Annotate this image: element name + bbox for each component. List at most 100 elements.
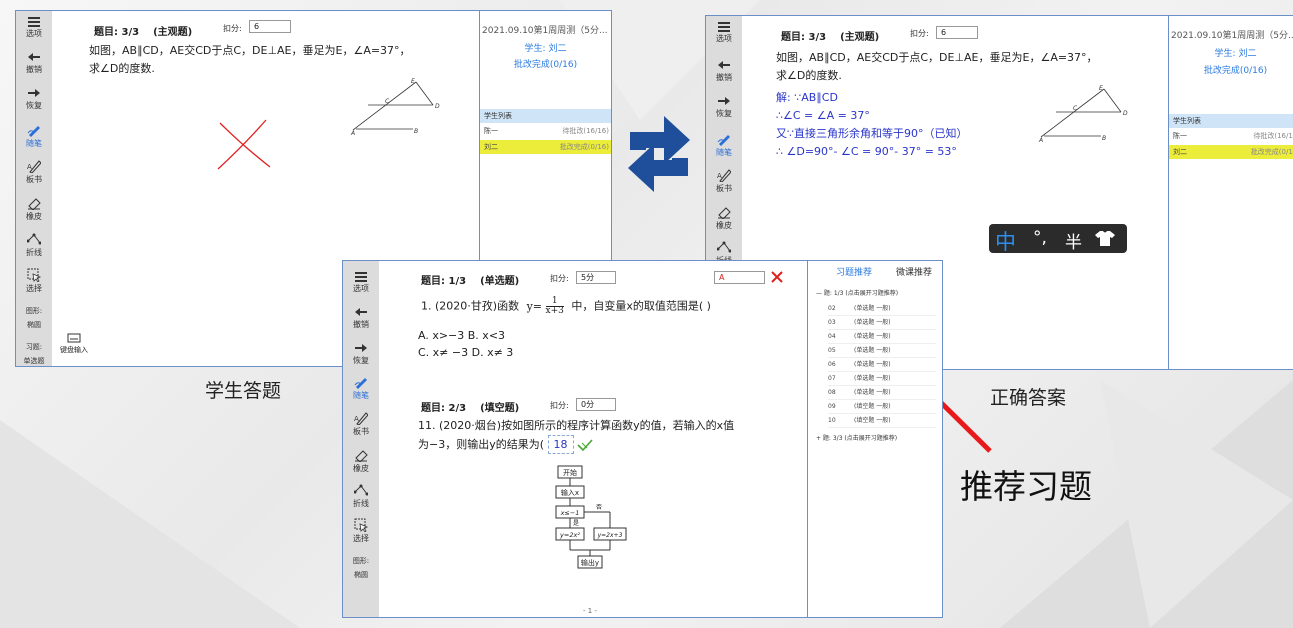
- left-exam-title: 2021.09.10第1周周测（5分...: [482, 26, 608, 36]
- select-tool[interactable]: 选择: [16, 268, 52, 294]
- suggest-group-q1[interactable]: — 题: 1/3 (点击展开习题推荐): [816, 288, 898, 297]
- redo-tool[interactable]: 恢复: [343, 343, 379, 366]
- options-tool[interactable]: 选项: [343, 271, 379, 294]
- left-student-row[interactable]: 陈一 待批改(16/16): [480, 124, 611, 138]
- suggest-no: 05: [828, 347, 836, 354]
- undo-tool[interactable]: 撤销: [706, 60, 742, 83]
- input-method-bar[interactable]: 中 °, 半: [989, 224, 1127, 256]
- right-question-number: 题目: 3/3: [781, 32, 827, 43]
- answer-line-3: 又∵直接三角形余角和等于90°（已知）: [776, 127, 968, 140]
- ime-skin-icon[interactable]: [1095, 230, 1115, 246]
- left-grading-status: 批改完成(0/16): [513, 60, 578, 70]
- q1-number: 题目: 1/3: [421, 276, 467, 287]
- undo-tool[interactable]: 撤销: [343, 307, 379, 330]
- suggest-tabs: 习题推荐 微课推荐: [808, 261, 942, 279]
- polyline-tool[interactable]: 折线: [16, 232, 52, 258]
- ime-punct[interactable]: °,: [1033, 228, 1047, 248]
- student-name: 刘二: [1173, 148, 1187, 156]
- q1-options-2: C. x≠ −3 D. x≠ 3: [418, 346, 514, 359]
- suggest-row[interactable]: 02 (单选题 一般): [828, 302, 936, 316]
- figure-label-a: A: [1038, 137, 1043, 142]
- polyline-icon: [27, 233, 41, 245]
- q1-options-1: A. x>−3 B. x<3: [418, 329, 506, 342]
- right-score-input[interactable]: 6: [936, 26, 978, 39]
- flowchart: 开始 输入x x≤−1 否 是 y=2x² y=2x+3 输出y: [555, 465, 627, 569]
- options-tool[interactable]: 选项: [706, 21, 742, 44]
- q1-score-input[interactable]: 5分: [576, 271, 616, 284]
- keyboard-input-button[interactable]: 键盘输入: [54, 333, 94, 355]
- left-question-head: 题目: 3/3 (主观题): [94, 23, 192, 38]
- suggest-group-q3[interactable]: + 题: 3/3 (点击展开习题推荐): [816, 433, 897, 442]
- suggest-row[interactable]: 09 (填空题 一般): [828, 400, 936, 414]
- suggest-row[interactable]: 06 (单选题 一般): [828, 358, 936, 372]
- svg-text:A: A: [354, 415, 359, 423]
- undo-label: 撤销: [26, 65, 42, 74]
- left-student-row-selected[interactable]: 刘二 批改完成(0/16): [480, 140, 611, 154]
- q1-answer-box[interactable]: A: [714, 271, 765, 284]
- eraser-tool[interactable]: 橡皮: [706, 205, 742, 231]
- shape-value[interactable]: 椭圆: [16, 320, 52, 330]
- q2-number: 题目: 2/3: [421, 403, 467, 414]
- redo-tool[interactable]: 恢复: [16, 88, 52, 111]
- exercise-value[interactable]: 单选题: [16, 356, 52, 366]
- right-student-row-selected[interactable]: 刘二 批改完成(0/16): [1169, 145, 1293, 159]
- tab-exercise-recommend[interactable]: 习题推荐: [836, 265, 872, 278]
- right-student-row[interactable]: 陈一 待批改(16/16): [1169, 129, 1293, 143]
- pen-label: 随笔: [716, 148, 732, 157]
- suggest-row[interactable]: 03 (单选题 一般): [828, 316, 936, 330]
- undo-icon: [355, 308, 367, 316]
- figure-label-b: B: [414, 128, 418, 135]
- keyboard-label: 键盘输入: [60, 346, 88, 354]
- board-tool[interactable]: A 板书: [16, 159, 52, 185]
- eraser-tool[interactable]: 橡皮: [16, 196, 52, 222]
- suggest-type: (单选题 一般): [854, 389, 891, 396]
- pen-icon: [717, 135, 730, 146]
- tab-video-recommend[interactable]: 微课推荐: [896, 265, 932, 278]
- suggest-no: 08: [828, 389, 836, 396]
- board-tool[interactable]: A 板书: [343, 411, 379, 437]
- pen-tool[interactable]: 随笔: [343, 375, 379, 401]
- student-status: 待批改(16/16): [562, 127, 609, 135]
- close-icon[interactable]: [771, 271, 783, 283]
- right-student-list-header: 学生列表: [1169, 114, 1293, 128]
- right-question-line2: 求∠D的度数.: [776, 69, 842, 82]
- suggest-row[interactable]: 07 (单选题 一般): [828, 372, 936, 386]
- suggest-row[interactable]: 05 (单选题 一般): [828, 344, 936, 358]
- eraser-tool[interactable]: 橡皮: [343, 448, 379, 474]
- flow-input: 输入x: [561, 488, 579, 497]
- options-tool[interactable]: 选项: [16, 16, 52, 39]
- suggest-type: (填空题 一般): [854, 403, 891, 410]
- suggest-row[interactable]: 08 (单选题 一般): [828, 386, 936, 400]
- polyline-tool[interactable]: 折线: [343, 483, 379, 509]
- board-tool[interactable]: A 板书: [706, 168, 742, 194]
- redo-tool[interactable]: 恢复: [706, 96, 742, 119]
- left-score-input[interactable]: 6: [249, 20, 291, 33]
- options-label: 选项: [26, 29, 42, 38]
- shape-value[interactable]: 椭圆: [343, 570, 379, 580]
- undo-tool[interactable]: 撤销: [16, 52, 52, 75]
- right-question-head: 题目: 3/3 (主观题): [781, 28, 879, 43]
- pen-tool[interactable]: 随笔: [16, 123, 52, 149]
- suggest-type: (单选题 一般): [854, 305, 891, 312]
- ime-mode[interactable]: 中: [995, 226, 1016, 256]
- select-label: 选择: [26, 284, 42, 293]
- center-toolbar: 选项 撤销 恢复 随笔 A 板书 橡皮 折线 选择 图形: 椭圆: [343, 261, 379, 617]
- recommend-caption: 推荐习题: [960, 467, 1092, 506]
- board-pen-icon: A: [354, 412, 368, 425]
- q1-text-suffix: 中，自变量x的取值范围是( ): [571, 299, 711, 313]
- right-student-name: 学生: 刘二: [1214, 49, 1257, 59]
- suggest-row[interactable]: 04 (单选题 一般): [828, 330, 936, 344]
- figure-label-e: E: [411, 78, 415, 85]
- suggest-row[interactable]: 10 (填空题 一般): [828, 414, 936, 428]
- q1-type: (单选题): [480, 276, 520, 287]
- ime-width[interactable]: 半: [1065, 228, 1082, 253]
- redo-icon: [718, 97, 730, 105]
- undo-label: 撤销: [353, 320, 369, 329]
- flow-right-formula: y=2x+3: [597, 532, 623, 539]
- left-geometry-figure: E C D A B: [350, 78, 440, 135]
- q2-answer-input[interactable]: 18: [547, 435, 574, 454]
- q2-text-line1: 11. (2020·烟台)按如图所示的程序计算函数y的值，若输入的x值: [418, 419, 735, 432]
- pen-tool[interactable]: 随笔: [706, 132, 742, 158]
- select-tool[interactable]: 选择: [343, 518, 379, 544]
- q2-score-input[interactable]: 0分: [576, 398, 616, 411]
